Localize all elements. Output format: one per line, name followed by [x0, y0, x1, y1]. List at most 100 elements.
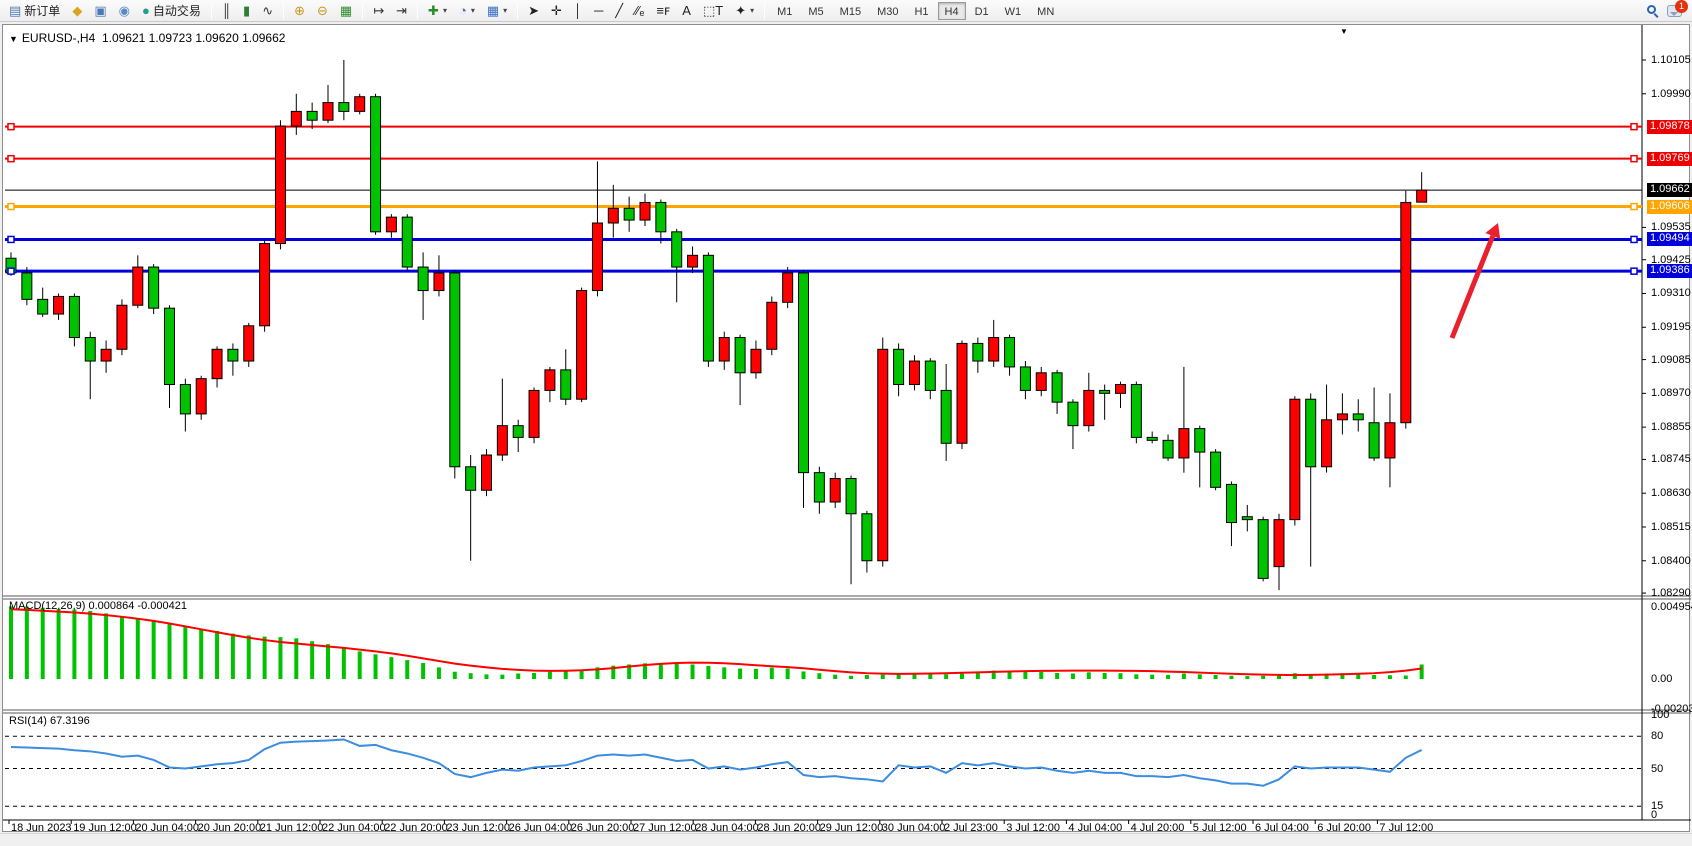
candle-body[interactable] — [1258, 520, 1268, 579]
timeframe-button-h4[interactable]: H4 — [938, 2, 966, 20]
timeframe-button-m15[interactable]: M15 — [833, 2, 868, 20]
candle-body[interactable] — [1337, 414, 1347, 420]
candle-body[interactable] — [878, 349, 888, 560]
candle-body[interactable] — [402, 217, 412, 267]
candle-body[interactable] — [1131, 385, 1141, 438]
candle-body[interactable] — [1242, 517, 1252, 520]
candle-body[interactable] — [228, 349, 238, 361]
dropdown-caret-icon[interactable]: ▾ — [443, 6, 447, 15]
candle-body[interactable] — [101, 349, 111, 361]
candle-body[interactable] — [989, 338, 999, 361]
shapes-button[interactable]: ✦▾ — [730, 1, 759, 21]
candle-body[interactable] — [149, 267, 159, 308]
candle-body[interactable] — [941, 390, 951, 443]
collapse-ohlc-icon[interactable]: ▼ — [9, 34, 18, 44]
candle-body[interactable] — [909, 361, 919, 384]
candle-body[interactable] — [497, 426, 507, 455]
text-button[interactable]: A — [677, 1, 696, 21]
fibonacci-button[interactable]: ≡ꜰ — [651, 1, 675, 21]
line-handle[interactable] — [1631, 156, 1637, 162]
candle-body[interactable] — [355, 97, 365, 112]
trend-arrow[interactable] — [1452, 236, 1493, 338]
line-handle[interactable] — [8, 236, 14, 242]
tile-windows-button[interactable]: ▦ — [335, 1, 357, 21]
candle-body[interactable] — [482, 455, 492, 490]
candle-body[interactable] — [54, 296, 64, 314]
candle-body[interactable] — [85, 338, 95, 361]
candle-body[interactable] — [450, 273, 460, 467]
timeframe-button-m5[interactable]: M5 — [801, 2, 830, 20]
candle-body[interactable] — [894, 349, 904, 384]
candle-body[interactable] — [783, 273, 793, 302]
candle-body[interactable] — [339, 103, 349, 112]
trendline-button[interactable]: ╱ — [610, 1, 628, 21]
auto-trading-button[interactable]: ●自动交易 — [137, 1, 206, 21]
candle-body[interactable] — [1290, 399, 1300, 519]
candle-body[interactable] — [1401, 202, 1411, 422]
candle-body[interactable] — [22, 273, 32, 299]
candle-body[interactable] — [1385, 423, 1395, 458]
candle-body[interactable] — [1369, 423, 1379, 458]
notifications-icon[interactable]: 1 — [1667, 5, 1682, 17]
candle-body[interactable] — [545, 370, 555, 391]
search-icon[interactable] — [1647, 5, 1659, 17]
candle-body[interactable] — [291, 111, 301, 126]
candle-body[interactable] — [925, 361, 935, 390]
candle-body[interactable] — [751, 349, 761, 372]
candle-body[interactable] — [1274, 520, 1284, 567]
periods-button[interactable]: ◔▾ — [454, 1, 480, 21]
candle-body[interactable] — [862, 514, 872, 561]
zoom-out-button[interactable]: ⊖ — [312, 1, 333, 21]
candle-body[interactable] — [466, 467, 476, 490]
candle-body[interactable] — [735, 338, 745, 373]
candle-body[interactable] — [133, 267, 143, 305]
candle-body[interactable] — [1005, 338, 1015, 367]
line-handle[interactable] — [8, 268, 14, 274]
candle-body[interactable] — [688, 255, 698, 267]
candle-body[interactable] — [1100, 390, 1110, 393]
candle-body[interactable] — [1068, 402, 1078, 425]
candle-body[interactable] — [592, 223, 602, 291]
candle-body[interactable] — [672, 232, 682, 267]
timeframe-button-w1[interactable]: W1 — [998, 2, 1029, 20]
candle-body[interactable] — [307, 111, 317, 120]
candle-body[interactable] — [830, 479, 840, 502]
candle-body[interactable] — [973, 343, 983, 361]
candle-body[interactable] — [1036, 373, 1046, 391]
candle-body[interactable] — [244, 326, 254, 361]
timeframe-button-mn[interactable]: MN — [1030, 2, 1061, 20]
channel-button[interactable]: ∕∕ₑ — [630, 1, 649, 21]
candle-body[interactable] — [1306, 399, 1316, 467]
candle-body[interactable] — [1052, 373, 1062, 402]
candle-body[interactable] — [371, 97, 381, 232]
indicators-button[interactable]: ✚▾ — [423, 1, 452, 21]
terminal-button[interactable]: ▣ — [89, 1, 111, 21]
new-order-button[interactable]: ▤新订单 — [4, 1, 65, 21]
candle-body[interactable] — [275, 126, 285, 243]
line-handle[interactable] — [1631, 268, 1637, 274]
candle-body[interactable] — [386, 217, 396, 232]
dropdown-caret-icon[interactable]: ▾ — [503, 6, 507, 15]
candle-body[interactable] — [719, 338, 729, 361]
templates-button[interactable]: ▦▾ — [482, 1, 512, 21]
candle-body[interactable] — [529, 390, 539, 437]
chart-shift-button[interactable]: ⇥ — [391, 1, 412, 21]
candle-body[interactable] — [1147, 437, 1157, 440]
text-label-button[interactable]: ⬚T — [698, 1, 728, 21]
cursor-button[interactable]: ➤ — [523, 1, 544, 21]
candle-body[interactable] — [1116, 385, 1126, 394]
timeframe-button-d1[interactable]: D1 — [968, 2, 996, 20]
candle-body[interactable] — [608, 208, 618, 223]
candle-body[interactable] — [577, 291, 587, 400]
candle-body[interactable] — [814, 473, 824, 502]
last-bar-marker-icon[interactable]: ▼ — [1340, 27, 1348, 36]
candle-body[interactable] — [656, 202, 666, 231]
candle-body[interactable] — [1084, 390, 1094, 425]
candle-body[interactable] — [165, 308, 175, 384]
candle-body[interactable] — [212, 349, 222, 378]
metaeditor-button[interactable]: ◆ — [67, 1, 87, 21]
auto-scroll-button[interactable]: ↦ — [368, 1, 389, 21]
line-handle[interactable] — [8, 124, 14, 130]
timeframe-button-h1[interactable]: H1 — [907, 2, 935, 20]
candle-body[interactable] — [434, 273, 444, 291]
